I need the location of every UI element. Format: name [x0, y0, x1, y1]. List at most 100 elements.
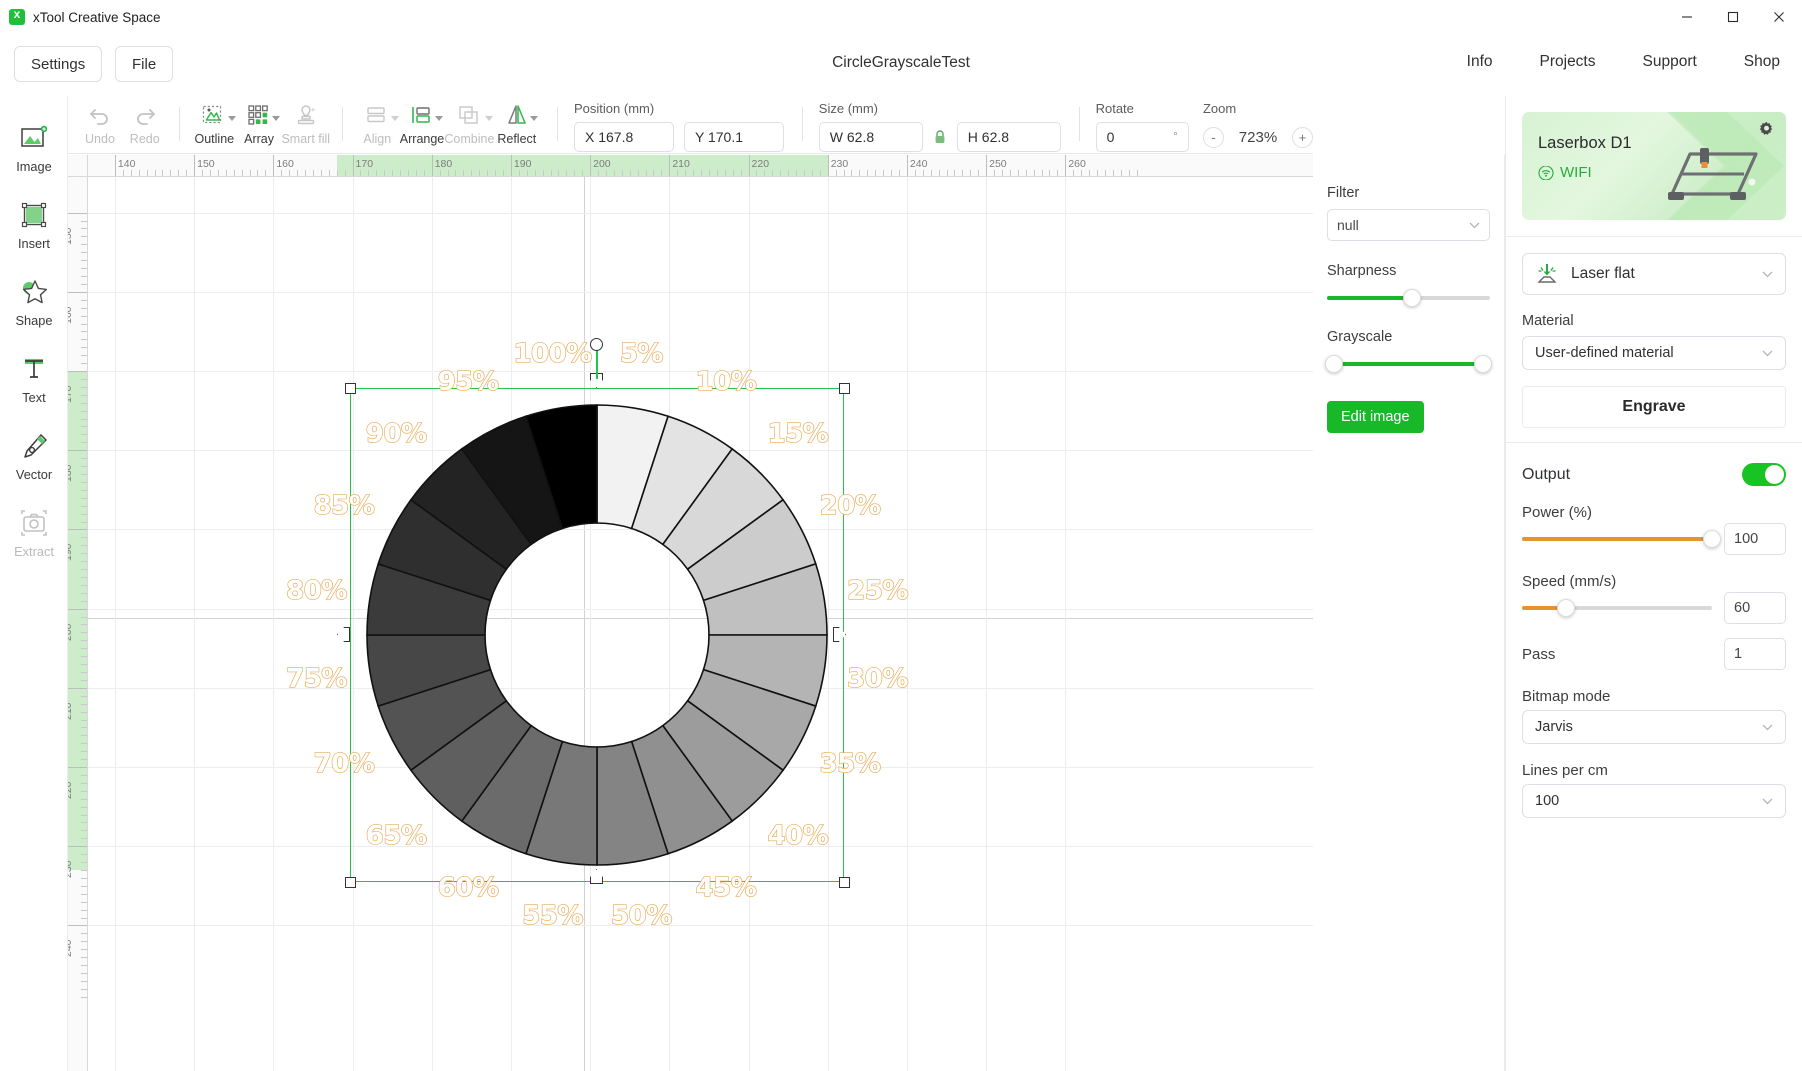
segment-percent-label: 65% — [365, 820, 428, 851]
ruler-v-minor — [81, 877, 87, 879]
nav-item-projects[interactable]: Projects — [1540, 53, 1596, 71]
ruler-v-minor — [81, 386, 87, 388]
size-width-input[interactable]: W 62.8 — [818, 122, 923, 152]
outline-label: Outline — [194, 132, 235, 146]
ruler-h-minor — [202, 170, 204, 176]
canvas-area[interactable]: 140 150 160 170 180 190 200 210 220 230 240 250 260 … — [68, 155, 1313, 1071]
minimize-button[interactable] — [1664, 0, 1710, 34]
zoom-value: 723% — [1238, 128, 1278, 146]
redo-button[interactable]: Redo — [122, 96, 167, 152]
device-card[interactable]: Laserbox D1 WIFI — [1522, 112, 1786, 220]
device-name: Laserbox D1 — [1538, 134, 1632, 152]
ruler-h-tick-label: 250 — [989, 158, 1007, 170]
grayscale-knob-low[interactable] — [1324, 355, 1343, 373]
lines-per-cm-select[interactable]: 100 — [1522, 784, 1786, 818]
power-knob[interactable] — [1703, 530, 1721, 548]
pass-input[interactable]: 1 — [1724, 638, 1786, 670]
rail-item-vector[interactable]: Vector — [0, 418, 68, 495]
ruler-h-minor — [661, 170, 663, 176]
grayscale-range-slider[interactable] — [1324, 355, 1493, 373]
resize-handle-nw[interactable] — [344, 382, 356, 394]
arrange-caret-icon[interactable] — [435, 116, 444, 121]
resize-handle-sw[interactable] — [344, 876, 356, 888]
ruler-v-minor — [81, 980, 87, 982]
ruler-v-minor — [81, 695, 87, 697]
connection-label: WIFI — [1560, 164, 1592, 181]
lock-aspect-icon[interactable] — [933, 129, 947, 145]
ruler-v-minor — [81, 965, 87, 967]
edit-image-button[interactable]: Edit image — [1327, 401, 1424, 433]
smart-fill-button[interactable]: Smart fill — [281, 96, 330, 152]
grayscale-donut-artwork[interactable] — [88, 177, 1313, 1071]
output-toggle[interactable] — [1742, 463, 1786, 486]
speed-slider[interactable] — [1522, 599, 1712, 617]
align-caret-icon[interactable] — [390, 116, 399, 121]
reflect-caret-icon[interactable] — [530, 116, 539, 121]
rotate-handle[interactable] — [590, 338, 603, 351]
zoom-in-button[interactable]: + — [1291, 126, 1313, 148]
undo-button[interactable]: Undo — [78, 96, 123, 152]
rail-item-image[interactable]: Image — [0, 110, 68, 187]
rail-item-text[interactable]: Text — [0, 341, 68, 418]
ruler-h-minor — [843, 170, 845, 176]
segment-percent-label: 35% — [819, 748, 882, 779]
segment-percent-label: 85% — [313, 490, 376, 522]
laser-mode-select[interactable]: Laser flat — [1522, 253, 1786, 295]
array-caret-icon[interactable] — [272, 116, 281, 121]
rail-item-shape[interactable]: Shape — [0, 264, 68, 341]
ruler-v-minor — [81, 378, 87, 380]
left-tool-rail: Image Insert Shape Text Vector Extract — [0, 96, 68, 1071]
outline-button[interactable]: Outline — [192, 96, 237, 152]
nav-item-shop[interactable]: Shop — [1744, 53, 1780, 71]
ruler-h-minor — [938, 170, 940, 176]
combine-caret-icon[interactable] — [485, 116, 494, 121]
outline-caret-icon[interactable] — [227, 116, 236, 121]
horizontal-ruler[interactable]: 140 150 160 170 180 190 200 210 220 230 240 250 260 — [88, 155, 1313, 177]
power-slider[interactable] — [1522, 530, 1721, 548]
ruler-v-minor — [81, 893, 87, 895]
menu-bar: Settings File CircleGrayscaleTest Info P… — [0, 34, 1802, 96]
rail-item-extract[interactable]: Extract — [0, 495, 68, 572]
power-input[interactable]: 100 — [1724, 523, 1786, 555]
reflect-button[interactable]: Reflect — [494, 96, 539, 152]
grayscale-knob-high[interactable] — [1474, 355, 1493, 373]
nav-item-support[interactable]: Support — [1643, 53, 1697, 71]
array-button[interactable]: Array — [237, 96, 282, 152]
tab-engrave[interactable]: Engrave — [1522, 386, 1786, 428]
vertical-ruler[interactable]: 150 160 170 180 190 200 210 220 230 240 — [68, 177, 88, 1071]
nav-item-info[interactable]: Info — [1467, 53, 1493, 71]
ruler-v-minor — [81, 521, 87, 523]
chevron-down-icon — [1762, 798, 1773, 804]
ruler-v-minor — [81, 299, 87, 301]
speed-knob[interactable] — [1556, 599, 1575, 617]
combine-button[interactable]: Combine — [444, 96, 494, 152]
ruler-h-minor — [138, 170, 140, 176]
size-height-input[interactable]: H 62.8 — [956, 122, 1061, 152]
filter-panel: Filter null Sharpness Grayscale Edit ima… — [1313, 155, 1505, 1071]
close-button[interactable] — [1756, 0, 1802, 34]
undo-label: Undo — [85, 132, 115, 146]
sharpness-slider[interactable] — [1327, 289, 1490, 307]
speed-input[interactable]: 60 — [1724, 592, 1786, 624]
window-controls — [1664, 0, 1802, 34]
bitmap-mode-select[interactable]: Jarvis — [1522, 710, 1786, 744]
filter-select[interactable]: null — [1327, 209, 1490, 241]
design-board[interactable]: 5% 10% 15% 20% 25% 30% 35% 40% 45% 50% 55% 60% 65% 70… — [88, 177, 1313, 1071]
ruler-h-minor — [526, 170, 528, 176]
sharpness-knob[interactable] — [1402, 289, 1421, 307]
ruler-v-minor — [81, 236, 87, 238]
rail-item-insert[interactable]: Insert — [0, 187, 68, 264]
maximize-button[interactable] — [1710, 0, 1756, 34]
ruler-h-minor — [883, 170, 885, 176]
resize-handle-se[interactable] — [838, 876, 850, 888]
ruler-v-minor — [81, 331, 87, 333]
material-select[interactable]: User-defined material — [1522, 336, 1786, 370]
align-button[interactable]: Align — [355, 96, 400, 152]
position-y-input[interactable]: Y 170.1 — [684, 122, 784, 152]
rotate-input[interactable]: 0 ° — [1095, 122, 1189, 152]
resize-handle-ne[interactable] — [838, 382, 850, 394]
position-x-input[interactable]: X 167.8 — [574, 122, 674, 152]
zoom-out-button[interactable]: - — [1202, 126, 1224, 148]
arrange-button[interactable]: Arrange — [400, 96, 445, 152]
ruler-h-minor — [764, 170, 766, 176]
